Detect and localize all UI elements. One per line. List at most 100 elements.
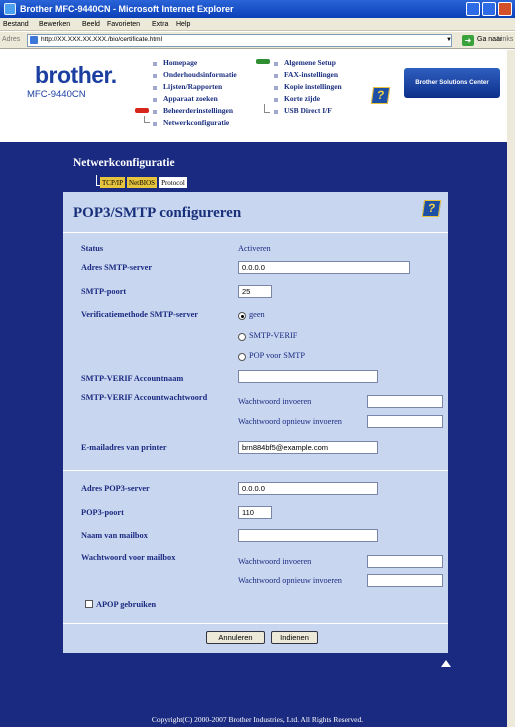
nav-lijsten-rapporten[interactable]: Lijsten/Rapporten — [163, 82, 222, 91]
pop3-port-label: POP3-poort — [81, 508, 124, 517]
ie-icon — [4, 3, 16, 15]
menu-extra[interactable]: Extra — [152, 18, 168, 31]
bullet-icon — [274, 74, 278, 78]
nav-algemene-setup[interactable]: Algemene Setup — [284, 58, 336, 67]
help-icon[interactable]: ? — [421, 200, 442, 217]
address-bar: Adres http://XX.XXX.XX.XXX./bio/certific… — [0, 32, 515, 49]
arrow-indicator-icon — [135, 108, 149, 113]
divider — [63, 623, 448, 624]
radio-smtp-verif-label: SMTP-VERIF — [249, 331, 298, 340]
bullet-icon — [153, 98, 157, 102]
pop3-server-label: Adres POP3-server — [81, 484, 150, 493]
menu-bewerken[interactable]: Bewerken — [39, 18, 70, 31]
password-reenter-label: Wachtwoord opnieuw invoeren — [238, 417, 342, 426]
password-enter-label: Wachtwoord invoeren — [238, 397, 312, 406]
auth-method-label: Verificatiemethode SMTP-server — [81, 310, 198, 319]
address-url: http://XX.XXX.XX.XXX./bio/certificate.ht… — [41, 36, 163, 43]
password-enter-label: Wachtwoord invoeren — [238, 557, 312, 566]
arrow-up-icon[interactable] — [441, 660, 451, 667]
tab-bar: TCP/IP NetBIOS Protocol — [100, 177, 187, 189]
model-name: MFC-9440CN — [27, 89, 86, 100]
solutions-center-button[interactable]: Brother Solutions Center — [404, 68, 500, 98]
bullet-icon — [153, 110, 157, 114]
radio-smtp-verif[interactable] — [238, 333, 246, 341]
chevron-down-icon[interactable]: ▼ — [446, 37, 452, 43]
bullet-icon — [153, 86, 157, 90]
mailbox-name-label: Naam van mailbox — [81, 531, 148, 540]
submit-button[interactable]: Indienen — [271, 631, 318, 644]
nav-beheerderinstellingen[interactable]: Beheerderinstellingen — [163, 106, 233, 115]
page-icon — [30, 36, 38, 44]
smtp-account-password-label: SMTP-VERIF Accountwachtwoord — [81, 393, 208, 402]
tab-tcpip[interactable]: TCP/IP — [100, 177, 126, 188]
form-title: POP3/SMTP configureren — [73, 205, 242, 221]
bullet-icon — [274, 110, 278, 114]
copyright: Copyright(C) 2000-2007 Brother Industrie… — [151, 715, 364, 724]
radio-pop-voor-smtp[interactable] — [238, 353, 246, 361]
smtp-password-confirm-input[interactable] — [367, 415, 443, 428]
status-value: Activeren — [238, 244, 271, 253]
smtp-server-label: Adres SMTP-server — [81, 263, 153, 272]
bullet-icon — [153, 122, 157, 126]
bullet-icon — [274, 86, 278, 90]
divider — [63, 232, 448, 233]
pop3-server-input[interactable]: 0.0.0.0 — [238, 482, 378, 495]
nav-netwerkconfiguratie[interactable]: Netwerkconfiguratie — [163, 118, 229, 127]
radio-pop-voor-smtp-label: POP voor SMTP — [249, 351, 305, 360]
apop-checkbox[interactable] — [85, 600, 93, 608]
menu-help[interactable]: Help — [176, 18, 190, 31]
tree-branch-icon — [144, 116, 150, 123]
password-reenter-label: Wachtwoord opnieuw invoeren — [238, 576, 342, 585]
address-label: Adres — [2, 36, 21, 43]
tree-branch-icon — [264, 104, 270, 113]
links-label[interactable]: Links — [497, 36, 513, 43]
status-label: Status — [81, 244, 104, 253]
smtp-port-label: SMTP-poort — [81, 287, 127, 296]
radio-geen-label: geen — [249, 310, 265, 319]
nav-kopie-instellingen[interactable]: Kopie instellingen — [284, 82, 342, 91]
title-bar: Brother MFC-9440CN - Microsoft Internet … — [0, 0, 515, 18]
radio-geen[interactable] — [238, 312, 246, 320]
printer-email-input[interactable]: brn884bf5@example.com — [238, 441, 378, 454]
mailbox-password-label: Wachtwoord voor mailbox — [81, 553, 176, 562]
help-icon[interactable]: ? — [370, 87, 391, 104]
bullet-icon — [153, 62, 157, 66]
smtp-password-input[interactable] — [367, 395, 443, 408]
arrow-indicator-icon — [256, 59, 270, 64]
menu-bestand[interactable]: Bestand — [3, 18, 29, 31]
menu-favorieten[interactable]: Favorieten — [107, 18, 140, 31]
scrollbar[interactable] — [507, 50, 515, 727]
smtp-account-name-input[interactable] — [238, 370, 378, 383]
close-icon[interactable] — [498, 2, 512, 16]
smtp-server-input[interactable]: 0.0.0.0 — [238, 261, 410, 274]
nav-usb-direct[interactable]: USB Direct I/F — [284, 106, 332, 115]
bullet-icon — [153, 74, 157, 78]
mailbox-name-input[interactable] — [238, 529, 378, 542]
mailbox-password-confirm-input[interactable] — [367, 574, 443, 587]
menu-beeld[interactable]: Beeld — [82, 18, 100, 31]
nav-onderhoudsinformatie[interactable]: Onderhoudsinformatie — [163, 70, 237, 79]
tab-protocol[interactable]: Protocol — [159, 177, 187, 188]
minimize-icon[interactable] — [466, 2, 480, 16]
cancel-button[interactable]: Annuleren — [206, 631, 265, 644]
maximize-icon[interactable] — [482, 2, 496, 16]
nav-apparaat-zoeken[interactable]: Apparaat zoeken — [163, 94, 218, 103]
section-title: Netwerkconfiguratie — [73, 157, 175, 169]
bullet-icon — [274, 98, 278, 102]
smtp-port-input[interactable]: 25 — [238, 285, 272, 298]
mailbox-password-input[interactable] — [367, 555, 443, 568]
brother-logo: brother. — [35, 62, 117, 88]
menu-bar: Bestand Bewerken Beeld Favorieten Extra … — [0, 18, 515, 31]
tab-netbios[interactable]: NetBIOS — [127, 177, 158, 188]
window-title: Brother MFC-9440CN - Microsoft Internet … — [20, 4, 234, 14]
printer-email-label: E-mailadres van printer — [81, 443, 167, 452]
divider — [63, 470, 448, 471]
apop-label: APOP gebruiken — [96, 600, 157, 609]
bullet-icon — [274, 62, 278, 66]
nav-fax-instellingen[interactable]: FAX-instellingen — [284, 70, 338, 79]
nav-korte-zijde[interactable]: Korte zijde — [284, 94, 320, 103]
pop3-port-input[interactable]: 110 — [238, 506, 272, 519]
go-arrow-icon[interactable]: ➜ — [462, 35, 474, 46]
smtp-account-name-label: SMTP-VERIF Accountnaam — [81, 374, 184, 383]
nav-homepage[interactable]: Homepage — [163, 58, 197, 67]
